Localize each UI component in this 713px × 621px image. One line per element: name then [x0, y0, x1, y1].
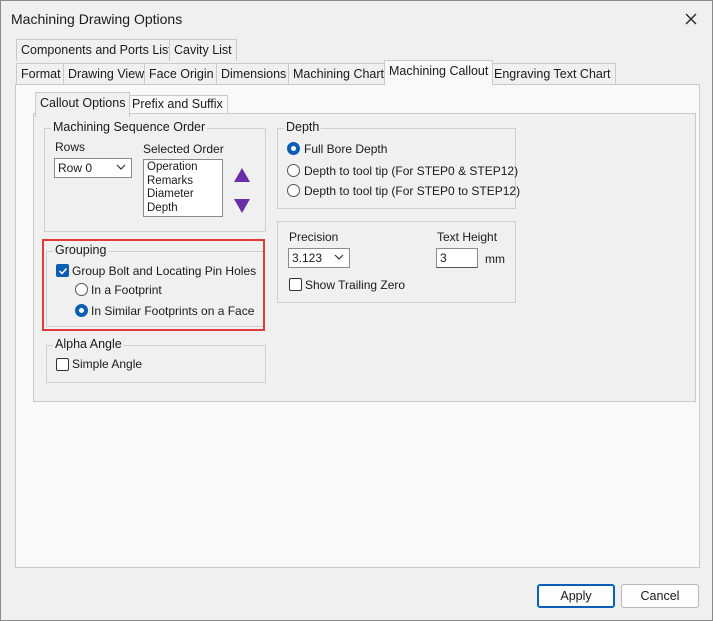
tab-cavity-list[interactable]: Cavity List [169, 39, 237, 61]
show-trailing-zero-label: Show Trailing Zero [305, 278, 406, 292]
simple-angle-checkbox[interactable] [56, 358, 69, 371]
tab-format[interactable]: Format [16, 63, 66, 85]
group-bolt-label: Group Bolt and Locating Pin Holes [72, 264, 257, 278]
text-height-unit: mm [485, 252, 505, 266]
dialog-window: Machining Drawing Options Components and… [0, 0, 713, 621]
close-button[interactable] [676, 5, 706, 33]
tab-face-origin[interactable]: Face Origin [144, 63, 219, 85]
simple-angle-label: Simple Angle [72, 357, 143, 371]
in-a-footprint-radio[interactable] [75, 283, 88, 296]
depth-tool-tip-step0-and-step12-label: Depth to tool tip (For STEP0 & STEP12) [304, 164, 519, 178]
rows-select-value: Row 0 [58, 161, 93, 175]
depth-tool-tip-step0-to-step12-label: Depth to tool tip (For STEP0 to STEP12) [304, 184, 521, 198]
tab-dimensions[interactable]: Dimensions [216, 63, 292, 85]
in-similar-footprints-label: In Similar Footprints on a Face [91, 304, 255, 318]
rows-label: Rows [55, 140, 86, 154]
selected-order-label: Selected Order [143, 142, 224, 156]
full-bore-depth-label: Full Bore Depth [304, 142, 388, 156]
list-item[interactable]: Operation [147, 161, 219, 175]
precision-select-value: 3.123 [292, 251, 323, 265]
list-item[interactable]: Diameter [147, 188, 219, 202]
subtab-prefix-and-suffix[interactable]: Prefix and Suffix [127, 95, 228, 114]
move-down-button[interactable] [231, 195, 253, 217]
rows-select[interactable]: Row 0 [54, 158, 132, 178]
subtab-callout-options[interactable]: Callout Options [35, 92, 131, 117]
apply-button[interactable]: Apply [537, 584, 615, 608]
sequence-order-legend: Machining Sequence Order [51, 120, 208, 134]
in-similar-footprints-radio[interactable] [75, 304, 88, 317]
depth-tool-tip-step0-and-step12-radio[interactable] [287, 164, 300, 177]
checkmark-icon [58, 267, 68, 275]
window-title: Machining Drawing Options [11, 11, 183, 27]
tab-machining-chart[interactable]: Machining Chart [288, 63, 390, 85]
chevron-down-icon [334, 254, 344, 260]
triangle-down-icon [234, 199, 250, 213]
in-a-footprint-label: In a Footprint [91, 283, 162, 297]
text-height-label: Text Height [437, 230, 498, 244]
move-up-button[interactable] [231, 164, 253, 186]
depth-tool-tip-step0-to-step12-radio[interactable] [287, 184, 300, 197]
full-bore-depth-radio[interactable] [287, 142, 300, 155]
alpha-angle-legend: Alpha Angle [53, 337, 124, 351]
precision-select[interactable]: 3.123 [288, 248, 350, 268]
depth-legend: Depth [284, 120, 322, 134]
text-height-input[interactable]: 3 [436, 248, 478, 268]
tab-engraving-text-chart[interactable]: Engraving Text Chart [489, 63, 616, 85]
show-trailing-zero-checkbox[interactable] [289, 278, 302, 291]
precision-label: Precision [289, 230, 339, 244]
title-bar: Machining Drawing Options [1, 1, 712, 37]
tab-components-and-ports-list[interactable]: Components and Ports List [16, 39, 177, 61]
list-item[interactable]: Remarks [147, 175, 219, 189]
text-height-value: 3 [440, 251, 447, 265]
chevron-down-icon [116, 164, 126, 170]
tab-machining-callout[interactable]: Machining Callout [384, 60, 494, 85]
cancel-button[interactable]: Cancel [621, 584, 699, 608]
list-item[interactable]: Depth [147, 202, 219, 216]
selected-order-listbox[interactable]: Operation Remarks Diameter Depth [143, 159, 223, 217]
tab-drawing-view[interactable]: Drawing View [63, 63, 150, 85]
group-bolt-checkbox[interactable] [56, 264, 69, 277]
close-icon [685, 13, 697, 25]
triangle-up-icon [234, 168, 250, 182]
